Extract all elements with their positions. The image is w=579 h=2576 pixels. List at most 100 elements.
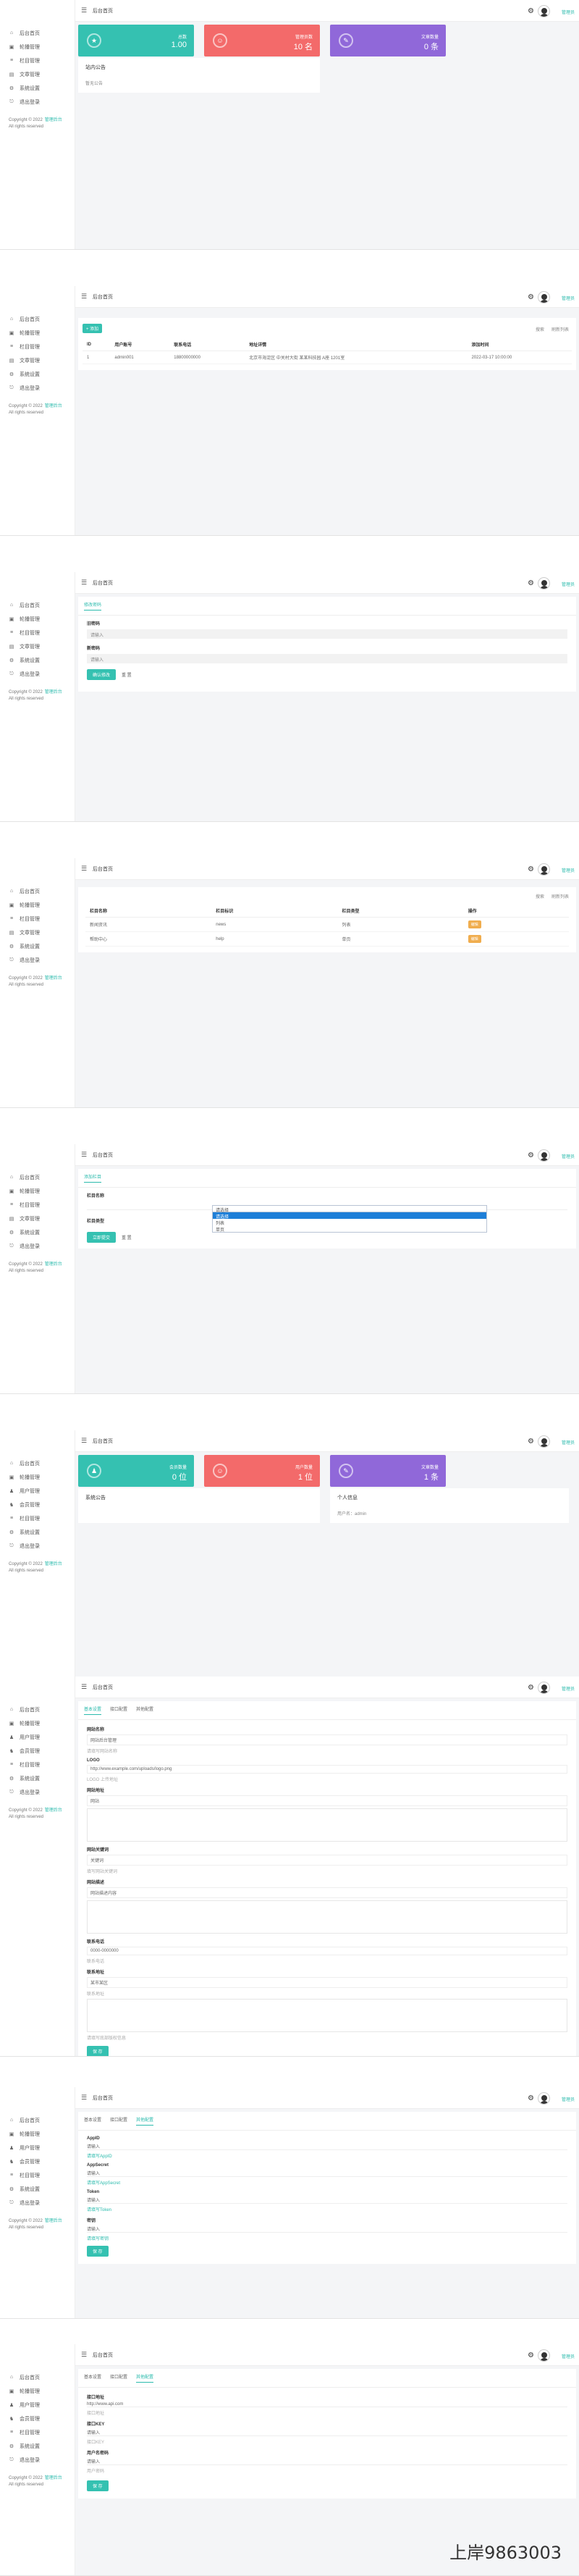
field-input[interactable]: 网站描述内容	[87, 1887, 567, 1898]
menu-toggle-icon[interactable]: ☰	[81, 1437, 88, 1444]
sidebar-item[interactable]: ⚙ 系统设置	[0, 1771, 75, 1785]
sidebar-item[interactable]: ⎋ 退出登录	[0, 1539, 75, 1553]
settings-textarea[interactable]	[87, 1808, 567, 1842]
edit-button[interactable]: 编辑	[468, 935, 481, 943]
sidebar-item[interactable]: ⌂ 后台首页	[0, 598, 75, 612]
sidebar-item[interactable]: ⚙ 系统设置	[0, 2182, 75, 2196]
password-input[interactable]: 请输入	[87, 654, 567, 663]
settings-tab[interactable]: 接口配置	[110, 2116, 127, 2126]
sidebar-item[interactable]: ≡ 栏目管理	[0, 1511, 75, 1525]
sidebar-item[interactable]: ⌂ 后台首页	[0, 1456, 75, 1470]
menu-toggle-icon[interactable]: ☰	[81, 7, 88, 14]
field-input[interactable]: 请输入	[87, 2170, 567, 2177]
sidebar-item[interactable]: ≡ 栏目管理	[0, 340, 75, 353]
menu-toggle-icon[interactable]: ☰	[81, 2094, 88, 2101]
field-input[interactable]: 请输入	[87, 2429, 567, 2436]
settings-gear-icon[interactable]: ⚙	[528, 2351, 534, 2359]
sidebar-item[interactable]: ▤ 文章管理	[0, 1212, 75, 1225]
sidebar-item[interactable]: ⎋ 退出登录	[0, 1785, 75, 1799]
field-input[interactable]: 请输入	[87, 2225, 567, 2233]
sidebar-item[interactable]: ⚙ 系统设置	[0, 1225, 75, 1239]
sidebar-item[interactable]: ⎋ 退出登录	[0, 953, 75, 967]
settings-gear-icon[interactable]: ⚙	[528, 1151, 534, 1159]
settings-tab[interactable]: 其他配置	[136, 1706, 153, 1715]
settings-textarea[interactable]	[87, 1900, 567, 1934]
toolbar-link[interactable]: 刷新列表	[551, 328, 569, 332]
submit-button[interactable]: 立即提交	[87, 1232, 117, 1243]
sidebar-item[interactable]: ▣ 轮播管理	[0, 612, 75, 626]
select-option[interactable]: 请选择	[213, 1212, 486, 1220]
sidebar-item[interactable]: ⚙ 系统设置	[0, 1525, 75, 1539]
avatar[interactable]	[538, 1149, 550, 1162]
settings-gear-icon[interactable]: ⚙	[528, 579, 534, 587]
sidebar-item[interactable]: ▣ 轮播管理	[0, 1184, 75, 1198]
toolbar-link[interactable]: 搜索	[536, 328, 544, 332]
select-current-value[interactable]: 请选择	[213, 1206, 486, 1213]
toolbar-link[interactable]: 搜索	[536, 895, 544, 899]
user-menu[interactable]: 管理员	[562, 867, 575, 873]
user-menu[interactable]: 管理员	[562, 9, 575, 15]
avatar[interactable]	[538, 5, 550, 17]
reset-button[interactable]: 重 置	[122, 1236, 132, 1241]
sidebar-item[interactable]: ⌂ 后台首页	[0, 26, 75, 40]
sidebar-item[interactable]: ♟ 用户管理	[0, 2141, 75, 2155]
field-input[interactable]: 0000-0000000	[87, 1947, 567, 1955]
sidebar-item[interactable]: ⚙ 系统设置	[0, 81, 75, 95]
field-input[interactable]: 关键词	[87, 1855, 567, 1866]
sidebar-item[interactable]: ♟ 用户管理	[0, 1484, 75, 1498]
user-menu[interactable]: 管理员	[562, 581, 575, 587]
settings-tab[interactable]: 接口配置	[110, 1706, 127, 1715]
type-select-dropdown[interactable]: 请选择 请选择 列表 单页	[212, 1205, 487, 1233]
field-input[interactable]: 请输入	[87, 2458, 567, 2465]
sidebar-item[interactable]: ⌂ 后台首页	[0, 1170, 75, 1184]
sidebar-item[interactable]: ▣ 轮播管理	[0, 898, 75, 912]
user-menu[interactable]: 管理员	[562, 1439, 575, 1446]
table-row[interactable]: 新闻资讯 news 列表 编辑	[85, 917, 569, 932]
menu-toggle-icon[interactable]: ☰	[81, 865, 88, 872]
sidebar-item[interactable]: ▣ 轮播管理	[0, 2384, 75, 2398]
save-button[interactable]: 保 存	[87, 2480, 109, 2491]
sidebar-item[interactable]: ⚙ 系统设置	[0, 653, 75, 667]
copyright-link[interactable]: 管理后台	[45, 1262, 62, 1267]
menu-toggle-icon[interactable]: ☰	[81, 1683, 88, 1690]
user-menu[interactable]: 管理员	[562, 1153, 575, 1159]
sidebar-item[interactable]: ≡ 栏目管理	[0, 912, 75, 926]
select-option[interactable]: 单页	[213, 1225, 486, 1233]
tab-add-category[interactable]: 添加栏目	[84, 1173, 102, 1183]
settings-gear-icon[interactable]: ⚙	[528, 1438, 534, 1446]
user-menu[interactable]: 管理员	[562, 2096, 575, 2102]
avatar[interactable]	[538, 577, 550, 590]
menu-toggle-icon[interactable]: ☰	[81, 2351, 88, 2358]
sidebar-item[interactable]: ▣ 轮播管理	[0, 40, 75, 54]
user-menu[interactable]: 管理员	[562, 2353, 575, 2359]
avatar[interactable]	[538, 863, 550, 876]
sidebar-item[interactable]: ⎋ 退出登录	[0, 2196, 75, 2210]
save-button[interactable]: 保 存	[87, 2046, 109, 2056]
copyright-link[interactable]: 管理后台	[45, 1562, 62, 1566]
copyright-link[interactable]: 管理后台	[45, 976, 62, 981]
sidebar-item[interactable]: ♟ 用户管理	[0, 2398, 75, 2412]
settings-tab[interactable]: 基本设置	[84, 2373, 101, 2383]
menu-toggle-icon[interactable]: ☰	[81, 1151, 88, 1158]
copyright-link[interactable]: 管理后台	[45, 1808, 62, 1813]
select-option[interactable]: 列表	[213, 1219, 486, 1226]
table-row[interactable]: 帮助中心 help 单页 编辑	[85, 931, 569, 947]
table-row[interactable]: 1 admin001 18800000000 北京市海淀区 中关村大街 某某科技园 A…	[83, 351, 572, 364]
menu-toggle-icon[interactable]: ☰	[81, 579, 88, 586]
sidebar-item[interactable]: ♞ 会员管理	[0, 1498, 75, 1511]
field-input[interactable]: 请输入	[87, 2197, 567, 2204]
menu-toggle-icon[interactable]: ☰	[81, 293, 88, 300]
sidebar-item[interactable]: ▤ 文章管理	[0, 926, 75, 939]
edit-button[interactable]: 编辑	[468, 920, 481, 928]
avatar[interactable]	[538, 1682, 550, 1694]
field-input[interactable]: 请输入	[87, 2143, 567, 2150]
sidebar-item[interactable]: ⎋ 退出登录	[0, 2453, 75, 2467]
copyright-link[interactable]: 管理后台	[45, 2476, 62, 2480]
sidebar-item[interactable]: ⎋ 退出登录	[0, 95, 75, 109]
sidebar-item[interactable]: ≡ 栏目管理	[0, 54, 75, 67]
settings-gear-icon[interactable]: ⚙	[528, 2094, 534, 2102]
sidebar-item[interactable]: ▣ 轮播管理	[0, 1716, 75, 1730]
field-input[interactable]: http://www.api.com	[87, 2402, 567, 2407]
copyright-link[interactable]: 管理后台	[45, 404, 62, 408]
sidebar-item[interactable]: ⚙ 系统设置	[0, 367, 75, 381]
